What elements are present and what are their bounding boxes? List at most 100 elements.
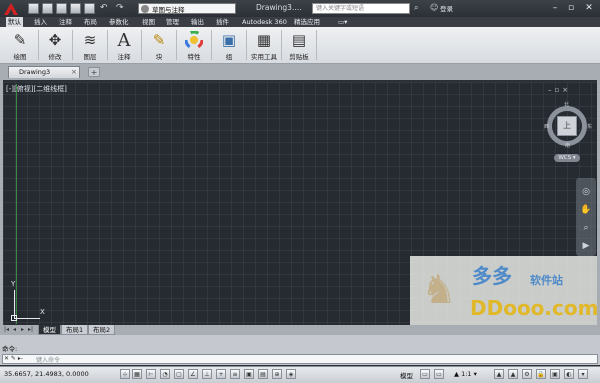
draw-button[interactable]: ✎ 绘图 bbox=[3, 30, 37, 62]
group-label: 组 bbox=[225, 53, 233, 61]
showmotion-icon[interactable]: ▶ bbox=[580, 240, 592, 252]
calculator-icon: ▦ bbox=[256, 31, 272, 49]
qp-icon[interactable]: ▤ bbox=[258, 369, 268, 379]
quick-view-layouts-icon[interactable]: ▭ bbox=[420, 369, 430, 379]
tpy-icon[interactable]: ▣ bbox=[244, 369, 254, 379]
ucs-x-line bbox=[14, 318, 40, 319]
ribbon-display-toggle[interactable]: ▭▾ bbox=[336, 17, 349, 27]
tab-autodesk-360[interactable]: Autodesk 360 bbox=[240, 17, 289, 27]
command-input[interactable]: 键入命令 bbox=[36, 355, 60, 364]
grid-icon[interactable]: ▦ bbox=[132, 369, 142, 379]
tab-parametric[interactable]: 参数化 bbox=[107, 17, 131, 27]
prev-layout-icon[interactable]: ◂ bbox=[11, 326, 18, 334]
search-input[interactable]: 键入关键字或短语 bbox=[312, 3, 410, 14]
compass-west[interactable]: 西 bbox=[544, 123, 549, 130]
viewcube-top-face[interactable]: 上 bbox=[557, 116, 577, 136]
orbit-icon[interactable]: ◎ bbox=[580, 186, 592, 198]
auto-scale-icon[interactable]: ▲ bbox=[508, 369, 518, 379]
close-icon[interactable]: ✕ bbox=[582, 2, 596, 14]
draw-label: 绘图 bbox=[13, 53, 27, 61]
tab-default[interactable]: 默认 bbox=[6, 17, 23, 27]
first-layout-icon[interactable]: |◂ bbox=[3, 326, 10, 334]
pan-icon[interactable]: ✋ bbox=[580, 204, 592, 216]
status-menu-icon[interactable]: ▾ bbox=[578, 369, 588, 379]
annotation-button[interactable]: A 注释 bbox=[107, 30, 141, 62]
modify-button[interactable]: ✥ 修改 bbox=[38, 30, 72, 62]
am-icon[interactable]: ◈ bbox=[286, 369, 296, 379]
workspace-switch-icon[interactable]: ⚙ bbox=[522, 369, 532, 379]
wcs-menu[interactable]: WCS ▾ bbox=[554, 154, 580, 162]
next-layout-icon[interactable]: ▸ bbox=[19, 326, 26, 334]
restore-icon[interactable]: ▫ bbox=[564, 2, 578, 14]
viewport-window-controls[interactable]: –▫× bbox=[548, 86, 571, 94]
command-controls[interactable]: ✕ ✎ ▸- bbox=[4, 355, 23, 362]
utilities-button[interactable]: ▦ 实用工具 bbox=[247, 30, 281, 62]
tab-insert[interactable]: 插入 bbox=[32, 17, 49, 27]
isolate-objects-icon[interactable]: ◐ bbox=[564, 369, 574, 379]
search-icon[interactable]: ⌕ bbox=[414, 3, 418, 13]
ortho-icon[interactable]: ⊢ bbox=[146, 369, 156, 379]
undo-icon[interactable]: ↶ bbox=[100, 3, 108, 13]
ducs-icon[interactable]: ⊥ bbox=[202, 369, 212, 379]
document-tab-drawing3[interactable]: Drawing3 bbox=[8, 66, 80, 78]
divider bbox=[316, 30, 317, 60]
otrack-icon[interactable]: ∠ bbox=[188, 369, 198, 379]
workspace-select[interactable]: 草图与注释 bbox=[138, 3, 236, 14]
utilities-label: 实用工具 bbox=[251, 53, 277, 61]
sc-icon[interactable]: ⊕ bbox=[272, 369, 282, 379]
annotation-visibility-icon[interactable]: ▲ bbox=[494, 369, 504, 379]
tab-plugins[interactable]: 插件 bbox=[214, 17, 231, 27]
tab-layout1[interactable]: 布局1 bbox=[61, 325, 89, 335]
last-layout-icon[interactable]: ▸| bbox=[27, 326, 34, 334]
ucs-y-line bbox=[14, 290, 15, 318]
properties-label: 特性 bbox=[187, 53, 201, 61]
annotation-scale[interactable]: ▲ 1:1 ▾ bbox=[454, 370, 477, 378]
tab-annotate[interactable]: 注释 bbox=[57, 17, 74, 27]
new-icon[interactable] bbox=[28, 3, 39, 14]
plot-icon[interactable] bbox=[84, 3, 95, 14]
polar-icon[interactable]: ◔ bbox=[160, 369, 170, 379]
command-input-bar[interactable] bbox=[2, 354, 598, 364]
watermark-en: DDooo.com bbox=[470, 296, 599, 320]
compass-south[interactable]: 南 bbox=[565, 142, 570, 149]
application-menu-button[interactable] bbox=[0, 0, 22, 17]
lweight-icon[interactable]: ≡ bbox=[230, 369, 240, 379]
saveas-icon[interactable] bbox=[70, 3, 81, 14]
hardware-accel-icon[interactable]: ▣ bbox=[550, 369, 560, 379]
open-icon[interactable] bbox=[42, 3, 53, 14]
watermark-cn: 多多 bbox=[472, 264, 512, 288]
tab-layout2[interactable]: 布局2 bbox=[88, 325, 116, 335]
properties-button[interactable]: 特性 bbox=[177, 30, 211, 62]
save-icon[interactable] bbox=[56, 3, 67, 14]
layers-label: 图层 bbox=[83, 53, 97, 61]
redo-icon[interactable]: ↷ bbox=[116, 3, 124, 13]
workspace-label: 草图与注释 bbox=[152, 5, 185, 14]
osnap-icon[interactable]: ▢ bbox=[174, 369, 184, 379]
close-icon[interactable]: × bbox=[71, 68, 77, 76]
clipboard-button[interactable]: ▤ 剪贴板 bbox=[282, 30, 316, 62]
block-button[interactable]: ✎ 块 bbox=[142, 30, 176, 62]
layers-icon: ≋ bbox=[83, 31, 97, 49]
tab-featured-apps[interactable]: 精选应用 bbox=[292, 17, 322, 27]
lock-icon[interactable]: 🔒 bbox=[536, 369, 546, 379]
layers-button[interactable]: ≋ 图层 bbox=[73, 30, 107, 62]
new-tab-button[interactable]: + bbox=[88, 67, 100, 77]
zoom-icon[interactable]: ⌕ bbox=[580, 222, 592, 234]
coordinate-readout[interactable]: 35.6657, 21.4983, 0.0000 bbox=[4, 370, 89, 378]
tab-output[interactable]: 输出 bbox=[189, 17, 206, 27]
compass-north[interactable]: 北 bbox=[564, 101, 569, 108]
minimize-icon[interactable]: – bbox=[548, 2, 562, 14]
snap-icon[interactable]: ⊹ bbox=[120, 369, 130, 379]
block-label: 块 bbox=[155, 53, 163, 61]
tab-layout[interactable]: 布局 bbox=[82, 17, 99, 27]
tab-view[interactable]: 视图 bbox=[140, 17, 157, 27]
tab-model[interactable]: 模型 bbox=[38, 325, 61, 335]
dyn-icon[interactable]: + bbox=[216, 369, 226, 379]
compass-east[interactable]: 东 bbox=[587, 123, 592, 130]
tab-manage[interactable]: 管理 bbox=[164, 17, 181, 27]
group-button[interactable]: ▣ 组 bbox=[212, 30, 246, 62]
model-space-label[interactable]: 模型 bbox=[400, 370, 413, 380]
quick-view-drawings-icon[interactable]: ▭ bbox=[434, 369, 444, 379]
login-link[interactable]: 登录 bbox=[440, 3, 453, 13]
viewport-controls-label[interactable]: [-][俯视][二维线框] bbox=[6, 84, 67, 94]
